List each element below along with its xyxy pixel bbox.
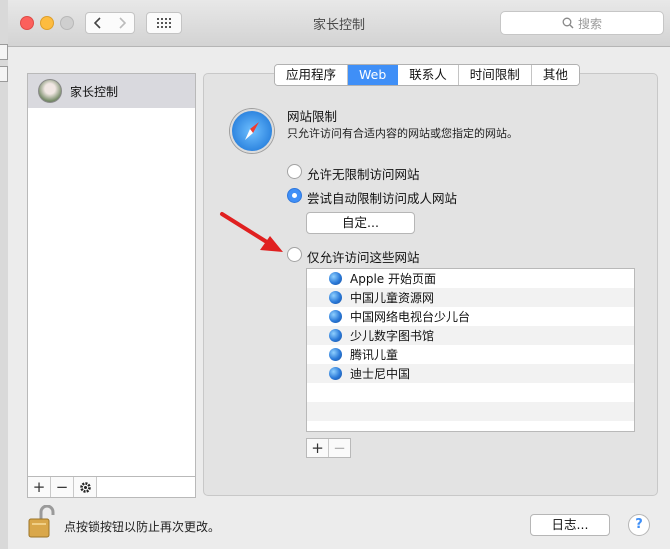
site-label: 迪士尼中国 xyxy=(350,367,411,381)
site-label: 少儿数字图书馆 xyxy=(350,329,435,343)
site-label: Apple 开始页面 xyxy=(350,272,436,286)
radio-limit-adult[interactable] xyxy=(287,188,302,203)
allowed-sites-list[interactable]: Apple 开始页面 中国儿童资源网 中国网络电视台少儿台 少儿数字图书馆 腾讯… xyxy=(306,268,635,432)
globe-icon xyxy=(329,310,342,323)
user-list-toolbar: + − xyxy=(27,476,196,498)
title-bar: 家长控制 搜索 xyxy=(8,0,670,47)
radio-unrestricted-label[interactable]: 允许无限制访问网站 xyxy=(307,164,420,183)
radio-allow-only-these[interactable] xyxy=(287,247,302,262)
gear-icon xyxy=(79,481,91,493)
radio-unrestricted[interactable] xyxy=(287,164,302,179)
globe-icon xyxy=(329,348,342,361)
sidebar-item-label: 家长控制 xyxy=(70,84,119,99)
list-item[interactable]: 迪士尼中国 xyxy=(307,364,634,383)
tab-contacts[interactable]: 联系人 xyxy=(398,65,459,85)
lock-message: 点按锁按钮以防止再次更改。 xyxy=(64,520,221,534)
section-description: 只允许访问有合适内容的网站或您指定的网站。 xyxy=(287,127,518,140)
list-item[interactable]: 中国儿童资源网 xyxy=(307,288,634,307)
add-site-button[interactable]: + xyxy=(307,439,329,457)
avatar xyxy=(38,79,62,103)
log-button[interactable]: 日志... xyxy=(530,514,610,536)
settings-button[interactable] xyxy=(74,477,97,497)
help-button[interactable]: ? xyxy=(628,514,650,536)
site-label: 腾讯儿童 xyxy=(350,348,399,362)
empty-row xyxy=(307,383,634,402)
site-label: 中国网络电视台少儿台 xyxy=(350,310,471,324)
search-field[interactable]: 搜索 xyxy=(500,11,664,35)
list-item[interactable]: 中国网络电视台少儿台 xyxy=(307,307,634,326)
tab-applications[interactable]: 应用程序 xyxy=(275,65,349,85)
remove-site-button[interactable]: − xyxy=(329,439,350,457)
list-item[interactable]: 腾讯儿童 xyxy=(307,345,634,364)
globe-icon xyxy=(329,272,342,285)
add-user-button[interactable]: + xyxy=(28,477,51,497)
remove-user-button[interactable]: − xyxy=(51,477,74,497)
tab-bar: 应用程序 Web 联系人 时间限制 其他 xyxy=(274,64,580,86)
background-window-control xyxy=(0,44,8,60)
radio-limit-adult-label[interactable]: 尝试自动限制访问成人网站 xyxy=(307,188,457,207)
empty-row xyxy=(307,402,634,421)
sidebar-item-parental-controls[interactable]: 家长控制 xyxy=(28,74,195,108)
globe-icon xyxy=(329,291,342,304)
site-list-toolbar: + − xyxy=(306,438,351,458)
globe-icon xyxy=(329,367,342,380)
search-icon xyxy=(562,17,574,29)
tab-web[interactable]: Web xyxy=(348,65,399,85)
section-title: 网站限制 xyxy=(287,109,338,124)
lock-icon[interactable] xyxy=(27,505,55,539)
site-label: 中国儿童资源网 xyxy=(350,291,435,305)
user-list: 家长控制 xyxy=(27,73,196,498)
search-placeholder: 搜索 xyxy=(577,16,602,31)
customize-button[interactable]: 自定... xyxy=(306,212,415,234)
list-item[interactable]: Apple 开始页面 xyxy=(307,269,634,288)
tab-time-limits[interactable]: 时间限制 xyxy=(458,65,532,85)
parental-controls-window: 家长控制 搜索 家长控制 + − 应用程序 Web 联系人 时间限制 其他 网站… xyxy=(8,0,670,549)
tab-other[interactable]: 其他 xyxy=(531,65,579,85)
globe-icon xyxy=(329,329,342,342)
list-item[interactable]: 少儿数字图书馆 xyxy=(307,326,634,345)
background-window-control xyxy=(0,66,8,82)
safari-compass-icon xyxy=(230,109,274,153)
radio-allow-only-these-label[interactable]: 仅允许访问这些网站 xyxy=(307,247,420,266)
